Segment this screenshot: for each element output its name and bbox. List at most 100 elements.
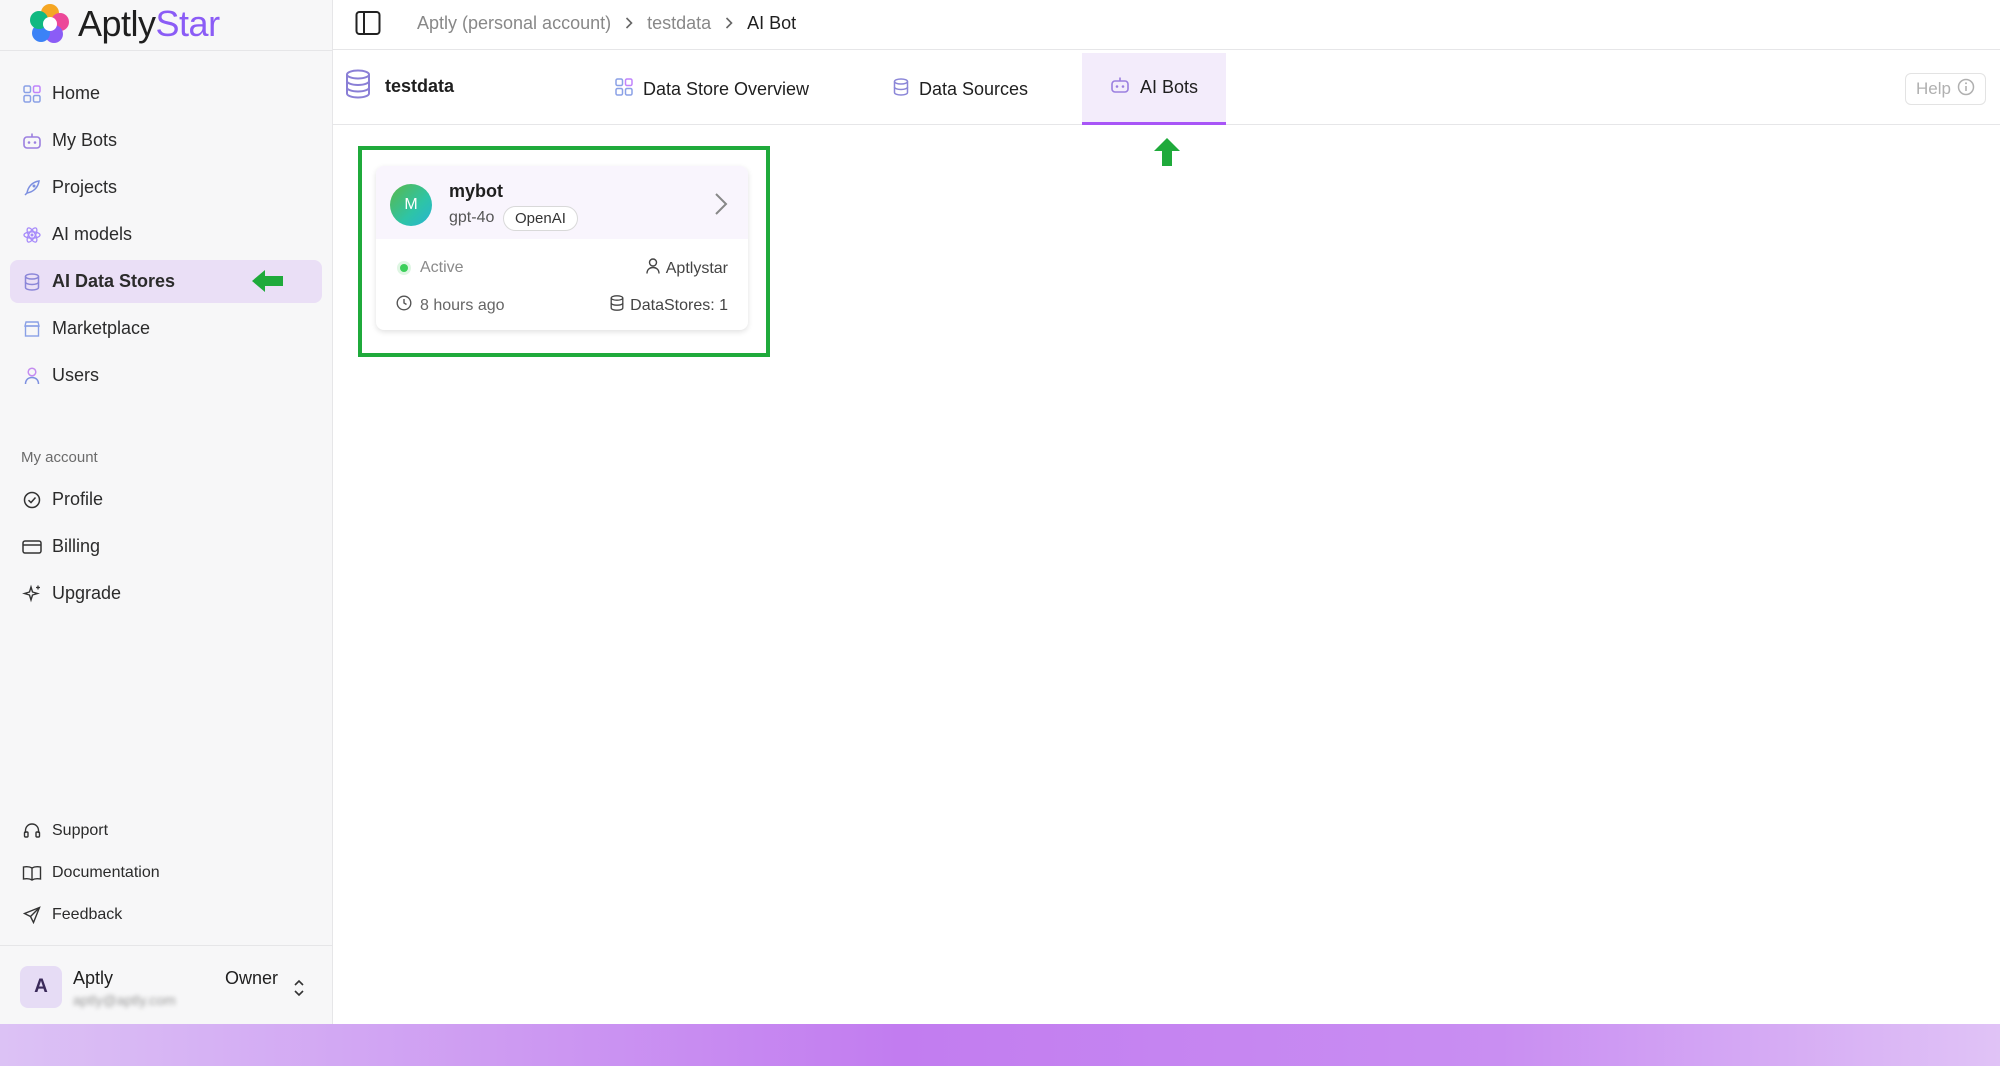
sidebar-item-users[interactable]: Users	[10, 354, 322, 397]
logo-flower-icon	[30, 4, 70, 44]
sidebar-item-label: Support	[52, 822, 109, 839]
sparkles-icon	[22, 584, 42, 604]
brand-name: AptlyStar	[78, 3, 220, 44]
sidebar-item-ai-models[interactable]: AI models	[10, 213, 322, 256]
sidebar-item-feedback[interactable]: Feedback	[10, 896, 322, 934]
divider	[0, 50, 333, 51]
bot-icon	[22, 131, 42, 151]
database-icon	[345, 69, 371, 104]
tab-data-store-overview[interactable]: Data Store Overview	[587, 53, 837, 125]
sidebar: AptlyStar Home My Bots Projects AI model…	[0, 0, 333, 1024]
chevron-right-icon[interactable]	[714, 192, 728, 221]
tab-data-sources[interactable]: Data Sources	[865, 53, 1056, 125]
status-dot-icon	[400, 264, 408, 272]
sidebar-item-ai-data-stores[interactable]: AI Data Stores	[10, 260, 322, 303]
chevron-up-down-icon[interactable]	[292, 978, 306, 1003]
book-icon	[22, 863, 42, 883]
sidebar-item-label: Billing	[52, 536, 101, 556]
store-title: testdata	[345, 69, 454, 104]
bot-datastores-count: DataStores: 1	[610, 295, 728, 316]
tab-label: Data Sources	[919, 78, 1029, 99]
avatar: A	[20, 966, 62, 1008]
user-name: Aptly	[73, 968, 114, 988]
status-badge: Active	[400, 259, 464, 277]
breadcrumb: Aptly (personal account) testdata AI Bot	[417, 13, 796, 34]
annotation-arrow-left-icon	[252, 270, 284, 297]
sidebar-item-my-bots[interactable]: My Bots	[10, 119, 322, 162]
credit-card-icon	[22, 537, 42, 557]
store-tab-bar: testdata Data Store Overview Data Source…	[333, 51, 2000, 125]
bot-card-header: M mybot gpt-4o OpenAI	[376, 166, 748, 239]
sidebar-item-label: Profile	[52, 489, 104, 509]
sidebar-item-upgrade[interactable]: Upgrade	[10, 572, 322, 615]
headset-icon	[22, 821, 42, 841]
chevron-right-icon	[625, 13, 633, 34]
help-label: Help	[1916, 79, 1951, 98]
account-nav: Profile Billing Upgrade	[10, 478, 322, 619]
sidebar-item-label: Users	[52, 365, 100, 385]
home-grid-icon	[22, 84, 42, 104]
bot-updated-time: 8 hours ago	[396, 295, 505, 316]
breadcrumb-account[interactable]: Aptly (personal account)	[417, 13, 611, 34]
clock-icon	[396, 295, 412, 316]
send-icon	[22, 905, 42, 925]
sidebar-item-label: My Bots	[52, 130, 118, 150]
section-label-my-account: My account	[21, 449, 98, 466]
app-logo[interactable]: AptlyStar	[30, 2, 220, 46]
annotation-arrow-up-icon	[1154, 138, 1180, 171]
check-circle-icon	[22, 490, 42, 510]
atom-icon	[22, 225, 42, 245]
database-icon	[610, 295, 624, 316]
sidebar-item-label: AI Data Stores	[52, 271, 176, 291]
sidebar-item-billing[interactable]: Billing	[10, 525, 322, 568]
grid-icon	[615, 77, 633, 101]
sidebar-item-home[interactable]: Home	[10, 72, 322, 115]
sidebar-item-label: AI models	[52, 224, 133, 244]
datastores-text: DataStores: 1	[630, 296, 728, 314]
bot-avatar: M	[390, 184, 432, 226]
database-icon	[893, 77, 909, 101]
tab-label: Data Store Overview	[643, 78, 810, 99]
sidebar-item-label: Projects	[52, 177, 118, 197]
sidebar-item-label: Home	[52, 83, 101, 103]
sidebar-item-label: Marketplace	[52, 318, 151, 338]
breadcrumb-store[interactable]: testdata	[647, 13, 711, 34]
chevron-right-icon	[725, 13, 733, 34]
updated-text: 8 hours ago	[420, 296, 505, 314]
user-email: aptly@aptly.com	[73, 992, 176, 1008]
status-text: Active	[420, 259, 464, 276]
help-button[interactable]: Help	[1905, 73, 1986, 105]
rocket-icon	[22, 178, 42, 198]
bot-icon	[1110, 76, 1130, 99]
user-role: Owner	[225, 968, 279, 988]
user-icon	[22, 366, 42, 386]
sidebar-item-support[interactable]: Support	[10, 812, 322, 850]
divider	[0, 945, 333, 946]
bot-model: gpt-4o	[449, 209, 495, 226]
sidebar-toggle-icon[interactable]	[355, 10, 381, 36]
info-icon	[1957, 78, 1975, 101]
owner-name: Aptlystar	[665, 259, 728, 277]
sidebar-item-profile[interactable]: Profile	[10, 478, 322, 521]
main-nav: Home My Bots Projects AI models AI Data …	[10, 72, 322, 401]
sidebar-item-label: Feedback	[52, 906, 123, 923]
sidebar-item-label: Upgrade	[52, 583, 122, 603]
sidebar-item-marketplace[interactable]: Marketplace	[10, 307, 322, 350]
top-bar: Aptly (personal account) testdata AI Bot	[333, 0, 2000, 50]
sidebar-item-projects[interactable]: Projects	[10, 166, 322, 209]
sidebar-item-documentation[interactable]: Documentation	[10, 854, 322, 892]
support-nav: Support Documentation Feedback	[10, 812, 322, 938]
bot-owner: Aptlystar	[646, 258, 728, 279]
bottom-gradient-band	[0, 1024, 2000, 1066]
bot-name: mybot	[449, 181, 503, 201]
breadcrumb-current: AI Bot	[747, 13, 797, 33]
bot-card[interactable]: M mybot gpt-4o OpenAI Active Aptlystar 8…	[376, 166, 748, 330]
user-switcher[interactable]: A Aptly aptly@aptly.com Owner	[20, 962, 320, 1012]
user-icon	[646, 258, 660, 279]
store-name: testdata	[385, 76, 455, 96]
database-icon	[22, 272, 42, 292]
tab-ai-bots[interactable]: AI Bots	[1082, 53, 1227, 125]
store-icon	[22, 319, 42, 339]
sidebar-item-label: Documentation	[52, 864, 160, 881]
tab-label: AI Bots	[1140, 77, 1199, 97]
